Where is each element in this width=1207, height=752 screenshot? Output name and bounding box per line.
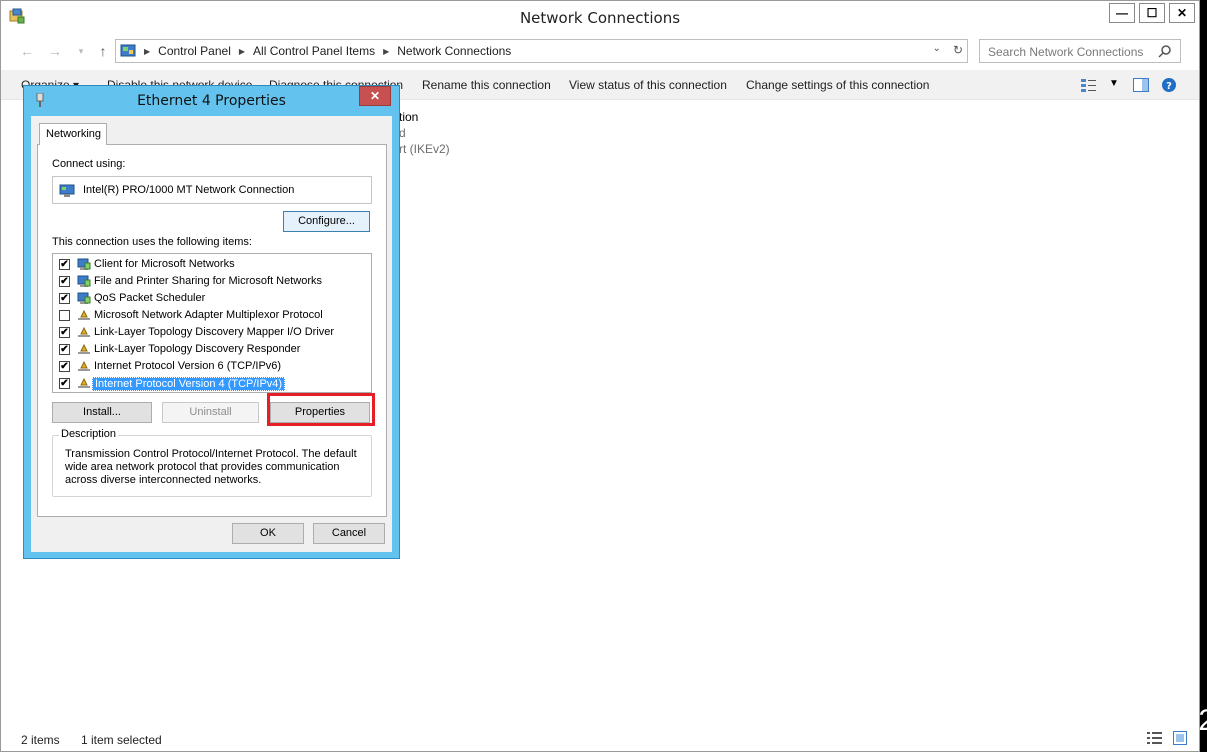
minimize-button[interactable]: — bbox=[1109, 3, 1135, 23]
list-item[interactable]: Microsoft Network Adapter Multiplexor Pr… bbox=[53, 307, 371, 324]
selection-count: 1 item selected bbox=[81, 733, 162, 747]
uninstall-button: Uninstall bbox=[162, 402, 259, 423]
dialog-body: Networking Connect using: Intel(R) PRO/1… bbox=[31, 116, 392, 552]
connection-name-fragment: tion bbox=[399, 110, 419, 124]
adapter-field: Intel(R) PRO/1000 MT Network Connection bbox=[52, 176, 372, 204]
recent-dropdown-icon[interactable]: ▾ bbox=[73, 43, 89, 59]
breadcrumb-separator-icon: ▶ bbox=[144, 46, 151, 56]
list-item-label: Link-Layer Topology Discovery Responder bbox=[94, 343, 301, 355]
adapter-name: Intel(R) PRO/1000 MT Network Connection bbox=[83, 184, 295, 196]
up-arrow-icon[interactable]: ↑ bbox=[95, 43, 111, 59]
network-adapter-card-icon bbox=[59, 184, 75, 197]
details-view-icon[interactable] bbox=[1147, 732, 1163, 744]
network-protocol-icon bbox=[78, 360, 90, 371]
network-service-icon bbox=[77, 275, 91, 287]
breadcrumb-control-panel[interactable]: Control Panel bbox=[158, 44, 231, 58]
checkbox[interactable]: ✔ bbox=[59, 276, 70, 287]
title-bar: Network Connections — ☐ ✕ bbox=[1, 1, 1199, 33]
network-service-icon bbox=[77, 258, 91, 270]
install-button[interactable]: Install... bbox=[52, 402, 152, 423]
change-view-icon[interactable] bbox=[1081, 78, 1099, 92]
maximize-button[interactable]: ☐ bbox=[1139, 3, 1165, 23]
connect-using-label: Connect using: bbox=[52, 158, 126, 170]
status-bar: 2 items 1 item selected bbox=[1, 727, 1199, 751]
dialog-title: Ethernet 4 Properties bbox=[137, 93, 286, 109]
cancel-button[interactable]: Cancel bbox=[313, 523, 385, 544]
checkbox[interactable]: ✔ bbox=[59, 378, 70, 389]
breadcrumb-network-connections[interactable]: Network Connections bbox=[397, 44, 511, 58]
description-legend: Description bbox=[59, 428, 119, 440]
list-item-label: File and Printer Sharing for Microsoft N… bbox=[94, 275, 323, 287]
network-protocol-icon bbox=[78, 343, 90, 354]
configure-button[interactable]: Configure... bbox=[283, 211, 370, 232]
navigation-bar: ← → ▾ ↑ ▶ Control Panel ▶ All Control Pa… bbox=[1, 37, 1199, 65]
connection-status-fragment: d bbox=[399, 126, 406, 140]
list-item-label: Internet Protocol Version 4 (TCP/IPv4) bbox=[92, 377, 286, 391]
list-item[interactable]: ✔ Link-Layer Topology Discovery Responder bbox=[53, 341, 371, 358]
address-bar[interactable]: ▶ Control Panel ▶ All Control Panel Item… bbox=[115, 39, 968, 63]
list-item[interactable]: ✔ Client for Microsoft Networks bbox=[53, 256, 371, 273]
checkbox[interactable] bbox=[59, 310, 70, 321]
refresh-icon[interactable]: ↻ bbox=[953, 43, 963, 57]
list-item-label: Microsoft Network Adapter Multiplexor Pr… bbox=[94, 309, 323, 321]
checkbox[interactable]: ✔ bbox=[59, 293, 70, 304]
list-item[interactable]: ✔ QoS Packet Scheduler bbox=[53, 290, 371, 307]
breadcrumb-separator-icon: ▶ bbox=[238, 46, 246, 56]
close-window-button[interactable]: ✕ bbox=[1169, 3, 1195, 23]
list-item-label: QoS Packet Scheduler bbox=[94, 292, 206, 304]
description-text: Transmission Control Protocol/Internet P… bbox=[65, 448, 357, 486]
preview-pane-icon[interactable] bbox=[1133, 78, 1149, 92]
ok-button[interactable]: OK bbox=[232, 523, 304, 544]
network-protocol-icon bbox=[78, 377, 90, 388]
checkbox[interactable]: ✔ bbox=[59, 344, 70, 355]
list-item[interactable]: ✔ Link-Layer Topology Discovery Mapper I/… bbox=[53, 324, 371, 341]
search-input[interactable]: Search Network Connections bbox=[979, 39, 1181, 63]
components-list[interactable]: ✔ Client for Microsoft Networks ✔ File and … bbox=[52, 253, 372, 393]
list-item-label: Link-Layer Topology Discovery Mapper I/O… bbox=[94, 326, 335, 338]
search-icon[interactable] bbox=[1158, 44, 1172, 58]
rename-command[interactable]: Rename this connection bbox=[422, 78, 551, 92]
properties-highlight-annotation bbox=[267, 393, 375, 426]
breadcrumb-separator-icon: ▶ bbox=[383, 46, 390, 56]
description-group: Description Transmission Control Protoco… bbox=[52, 428, 372, 497]
list-item-label: Internet Protocol Version 6 (TCP/IPv6) bbox=[94, 360, 282, 372]
tab-networking[interactable]: Networking bbox=[39, 123, 107, 145]
view-options-dropdown-icon[interactable]: ▼ bbox=[1109, 78, 1119, 89]
breadcrumb-all-items[interactable]: All Control Panel Items bbox=[253, 44, 375, 58]
network-service-icon bbox=[77, 292, 91, 304]
list-item[interactable]: ✔ Internet Protocol Version 4 (TCP/IPv4) bbox=[53, 375, 371, 392]
window-title: Network Connections bbox=[519, 9, 681, 27]
large-icons-view-icon[interactable] bbox=[1173, 731, 1187, 745]
network-protocol-icon bbox=[78, 309, 90, 320]
ethernet-properties-dialog: Ethernet 4 Properties ✕ Networking Conne… bbox=[23, 85, 400, 559]
connection-device-fragment: rt (IKEv2) bbox=[399, 142, 450, 156]
help-icon[interactable]: ? bbox=[1161, 77, 1177, 93]
dialog-close-button[interactable]: ✕ bbox=[359, 86, 391, 106]
address-dropdown-icon[interactable]: ⌄ bbox=[933, 43, 941, 57]
change-settings-command[interactable]: Change settings of this connection bbox=[746, 78, 929, 92]
checkbox[interactable]: ✔ bbox=[59, 259, 70, 270]
checkbox[interactable]: ✔ bbox=[59, 361, 70, 372]
view-status-command[interactable]: View status of this connection bbox=[569, 78, 727, 92]
items-list-label: This connection uses the following items… bbox=[52, 236, 252, 248]
control-panel-icon bbox=[120, 44, 136, 57]
list-item-label: Client for Microsoft Networks bbox=[94, 258, 235, 270]
forward-arrow-icon[interactable]: → bbox=[47, 43, 63, 59]
networking-tab-panel: Connect using: Intel(R) PRO/1000 MT Netw… bbox=[37, 144, 387, 517]
item-count: 2 items bbox=[21, 733, 60, 747]
checkbox[interactable]: ✔ bbox=[59, 327, 70, 338]
svg-text:?: ? bbox=[1166, 81, 1172, 92]
desktop-edge-glyph: 2 bbox=[1198, 704, 1207, 737]
list-item[interactable]: ✔ File and Printer Sharing for Microsoft … bbox=[53, 273, 371, 290]
back-arrow-icon[interactable]: ← bbox=[19, 43, 35, 59]
list-item[interactable]: ✔ Internet Protocol Version 6 (TCP/IPv6) bbox=[53, 358, 371, 375]
network-protocol-icon bbox=[78, 326, 90, 337]
